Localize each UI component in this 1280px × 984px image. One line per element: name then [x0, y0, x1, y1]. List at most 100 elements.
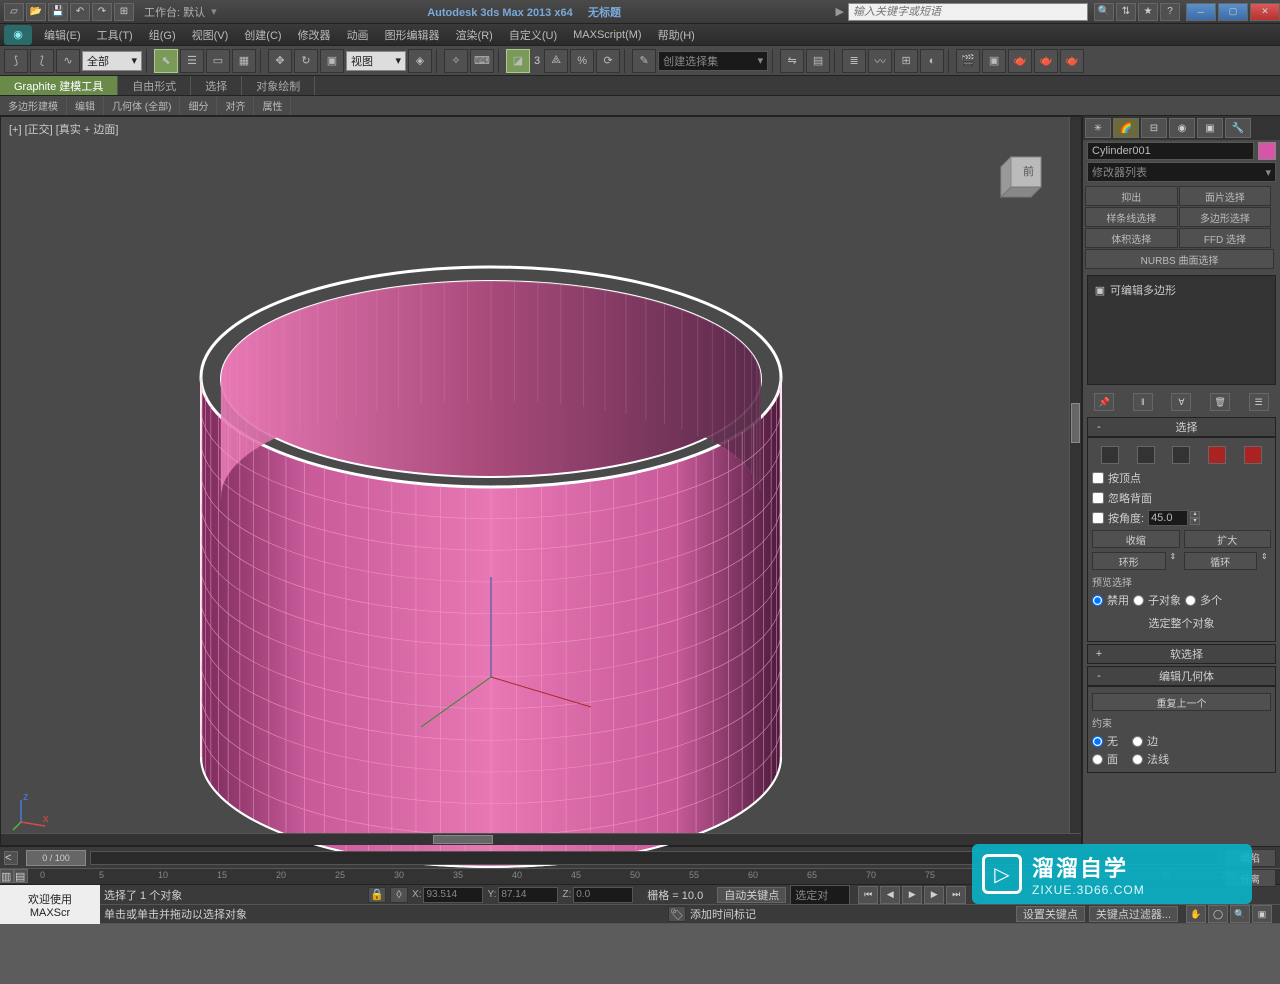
- undo-icon[interactable]: ↶: [70, 3, 90, 21]
- link-icon[interactable]: ⟆: [4, 49, 28, 73]
- mod-btn-extrude[interactable]: 抑出: [1085, 186, 1178, 206]
- save-icon[interactable]: 💾: [48, 3, 68, 21]
- viewport-label[interactable]: [+] [正交] [真实 + 边面]: [9, 121, 118, 137]
- remove-mod-icon[interactable]: 🗑: [1210, 393, 1230, 411]
- layers-icon[interactable]: ≣: [842, 49, 866, 73]
- keyfilters-button[interactable]: 关键点过滤器...: [1089, 906, 1178, 922]
- open-icon[interactable]: 📂: [26, 3, 46, 21]
- rollout-editgeom[interactable]: -编辑几何体: [1087, 666, 1276, 686]
- track-expand-icon[interactable]: ▥: [0, 869, 14, 883]
- mod-btn-spline[interactable]: 样条线选择: [1085, 207, 1178, 227]
- subtab-polymodel[interactable]: 多边形建模: [0, 96, 67, 115]
- constraint-normal-radio[interactable]: [1132, 754, 1143, 765]
- grow-button[interactable]: 扩大: [1184, 530, 1272, 548]
- rollout-softsel[interactable]: +软选择: [1087, 644, 1276, 664]
- subtab-subdiv[interactable]: 细分: [180, 96, 217, 115]
- loop-button[interactable]: 循环: [1184, 552, 1258, 570]
- keyboard-shortcut-icon[interactable]: ⌨: [470, 49, 494, 73]
- snap-toggle-icon[interactable]: ◪: [506, 49, 530, 73]
- viewport[interactable]: [+] [正交] [真实 + 边面] 前: [0, 116, 1082, 846]
- menu-customize[interactable]: 自定义(U): [501, 27, 565, 43]
- scale-icon[interactable]: ▣: [320, 49, 344, 73]
- motion-tab-icon[interactable]: ◉: [1169, 118, 1195, 138]
- utilities-tab-icon[interactable]: 🔧: [1225, 118, 1251, 138]
- stack-item-editpoly[interactable]: ▣ 可编辑多边形: [1092, 280, 1271, 300]
- move-icon[interactable]: ✥: [268, 49, 292, 73]
- viewport-scrollbar-h[interactable]: [1, 833, 1081, 845]
- edge-subobj-icon[interactable]: [1137, 446, 1155, 464]
- rotate-icon[interactable]: ↻: [294, 49, 318, 73]
- cylinder-object[interactable]: [121, 197, 861, 897]
- configure-icon[interactable]: ☰: [1249, 393, 1269, 411]
- rollout-selection[interactable]: -选择: [1087, 417, 1276, 437]
- make-unique-icon[interactable]: ∀: [1171, 393, 1191, 411]
- app-icon[interactable]: ◉: [4, 25, 32, 45]
- select-rect-icon[interactable]: ▭: [206, 49, 230, 73]
- ring-button[interactable]: 环形: [1092, 552, 1166, 570]
- maxview-icon[interactable]: ▣: [1252, 905, 1272, 923]
- preview-off-radio[interactable]: [1092, 595, 1103, 606]
- minimize-button[interactable]: ─: [1186, 3, 1216, 21]
- menu-animation[interactable]: 动画: [339, 27, 377, 43]
- modify-tab-icon[interactable]: 🌈: [1113, 118, 1139, 138]
- mirror-icon[interactable]: ⇋: [780, 49, 804, 73]
- show-end-icon[interactable]: ‖: [1133, 393, 1153, 411]
- curve-editor-icon[interactable]: 〰: [868, 49, 892, 73]
- preview-multi-radio[interactable]: [1185, 595, 1196, 606]
- star-icon[interactable]: ★: [1138, 3, 1158, 21]
- bind-icon[interactable]: ∿: [56, 49, 80, 73]
- repeat-last-button[interactable]: 重复上一个: [1092, 693, 1271, 711]
- ribbon-tab-paint[interactable]: 对象绘制: [242, 76, 315, 95]
- track-filter-icon[interactable]: ▤: [14, 869, 28, 883]
- menu-edit[interactable]: 编辑(E): [36, 27, 89, 43]
- subtab-geom[interactable]: 几何体 (全部): [104, 96, 180, 115]
- zoom-icon[interactable]: 🔍: [1230, 905, 1250, 923]
- modifier-stack[interactable]: ▣ 可编辑多边形: [1087, 275, 1276, 385]
- object-color-swatch[interactable]: [1258, 142, 1276, 160]
- vertex-subobj-icon[interactable]: [1101, 446, 1119, 464]
- shrink-button[interactable]: 收缩: [1092, 530, 1180, 548]
- menu-rendering[interactable]: 渲染(R): [448, 27, 501, 43]
- material-editor-icon[interactable]: ◐: [920, 49, 944, 73]
- mod-btn-ffd[interactable]: FFD 选择: [1179, 228, 1272, 248]
- pin-stack-icon[interactable]: 📌: [1094, 393, 1114, 411]
- maxscript-listener[interactable]: 欢迎使用 MAXScr: [0, 885, 100, 924]
- mod-btn-poly[interactable]: 多边形选择: [1179, 207, 1272, 227]
- orbit-icon[interactable]: ◯: [1208, 905, 1228, 923]
- refcoord-dropdown[interactable]: 视图▾: [346, 51, 406, 71]
- constraint-face-radio[interactable]: [1092, 754, 1103, 765]
- select-name-icon[interactable]: ☰: [180, 49, 204, 73]
- expand-icon[interactable]: ▣: [1094, 284, 1106, 297]
- redo-icon[interactable]: ↷: [92, 3, 112, 21]
- manipulate-icon[interactable]: ✧: [444, 49, 468, 73]
- menu-modifiers[interactable]: 修改器: [290, 27, 339, 43]
- named-selset-dropdown[interactable]: 创建选择集▾: [658, 51, 768, 71]
- exchange-icon[interactable]: ⇅: [1116, 3, 1136, 21]
- viewport-scrollbar-v[interactable]: [1069, 117, 1081, 833]
- element-subobj-icon[interactable]: [1244, 446, 1262, 464]
- selection-filter-dropdown[interactable]: 全部▾: [82, 51, 142, 71]
- percent-snap-icon[interactable]: %: [570, 49, 594, 73]
- pan-icon[interactable]: ✋: [1186, 905, 1206, 923]
- project-icon[interactable]: ⊞: [114, 3, 134, 21]
- search-input[interactable]: [848, 3, 1088, 21]
- menu-grapheditors[interactable]: 图形编辑器: [377, 27, 448, 43]
- workspace-label[interactable]: 工作台: 默认: [138, 4, 211, 20]
- select-icon[interactable]: ⬉: [154, 49, 178, 73]
- schematic-icon[interactable]: ⊞: [894, 49, 918, 73]
- menu-group[interactable]: 组(G): [141, 27, 184, 43]
- prev-frame-icon[interactable]: ◀: [880, 886, 900, 904]
- goto-start-icon[interactable]: ⏮: [858, 886, 878, 904]
- polygon-subobj-icon[interactable]: [1208, 446, 1226, 464]
- maximize-button[interactable]: ▢: [1218, 3, 1248, 21]
- create-tab-icon[interactable]: ✳: [1085, 118, 1111, 138]
- align-icon[interactable]: ▤: [806, 49, 830, 73]
- ribbon-tab-selection[interactable]: 选择: [191, 76, 242, 95]
- preview-sub-radio[interactable]: [1133, 595, 1144, 606]
- add-time-tag[interactable]: 添加时间标记: [690, 906, 756, 922]
- named-sel-edit-icon[interactable]: ✎: [632, 49, 656, 73]
- mod-btn-vol[interactable]: 体积选择: [1085, 228, 1178, 248]
- mod-btn-nurbs[interactable]: NURBS 曲面选择: [1085, 249, 1274, 269]
- help-icon[interactable]: ?: [1160, 3, 1180, 21]
- unlink-icon[interactable]: ⟅: [30, 49, 54, 73]
